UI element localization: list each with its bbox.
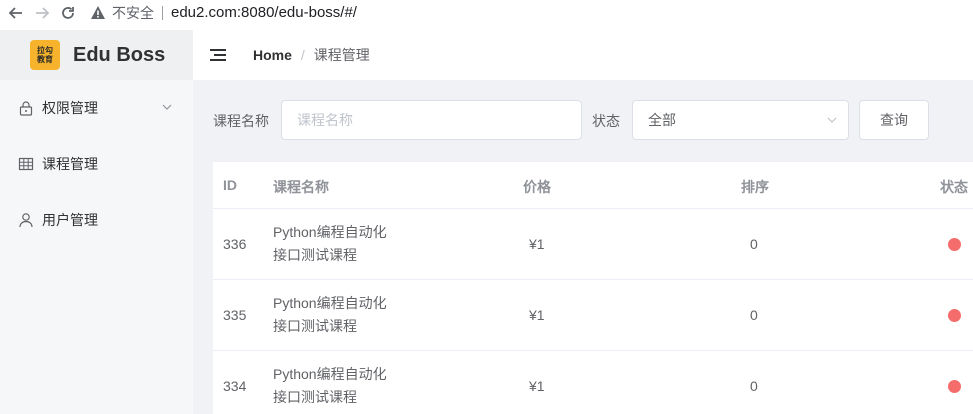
warning-icon xyxy=(91,5,105,19)
course-name-label: 课程名称 xyxy=(213,113,269,129)
cell-price: ¥1 xyxy=(529,236,545,252)
course-table: ID 课程名称 价格 排序 状态 336 Python编程自动化 接口测试课程 … xyxy=(213,162,973,414)
hamburger-icon[interactable] xyxy=(210,48,226,62)
reload-icon xyxy=(62,6,74,19)
cell-sort: 0 xyxy=(750,236,758,252)
query-button[interactable]: 查询 xyxy=(859,100,929,140)
course-name-line1: Python编程自动化 xyxy=(273,295,387,311)
url-text[interactable]: edu2.com:8080/edu-boss/#/ xyxy=(171,4,357,21)
cell-id: 336 xyxy=(223,236,247,252)
main-content: 课程名称 课程名称 状态 全部 查询 ID 课程名称 价格 排序 状态 336 … xyxy=(193,80,973,414)
top-header: Home / 课程管理 xyxy=(193,30,973,80)
col-id: ID xyxy=(223,177,237,193)
course-name-line2: 接口测试课程 xyxy=(273,247,357,263)
forward-button[interactable] xyxy=(32,3,52,23)
table-row: 334 Python编程自动化 接口测试课程 ¥1 0 xyxy=(213,351,973,414)
address-bar[interactable]: 不安全 edu2.com:8080/edu-boss/#/ xyxy=(90,3,357,23)
status-select-value: 全部 xyxy=(648,112,676,128)
logo: 拉勾 教育 xyxy=(30,40,60,70)
logo-line2: 教育 xyxy=(37,55,53,64)
col-status: 状态 xyxy=(940,179,968,195)
course-name-placeholder: 课程名称 xyxy=(297,112,353,128)
table-row: 335 Python编程自动化 接口测试课程 ¥1 0 xyxy=(213,280,973,351)
sidebar-item-label: 权限管理 xyxy=(42,100,98,116)
status-select[interactable]: 全部 xyxy=(632,100,849,140)
logo-line1: 拉勾 xyxy=(37,46,53,55)
status-dot xyxy=(948,238,961,251)
sidebar-item-label: 用户管理 xyxy=(42,212,98,228)
reload-button[interactable] xyxy=(58,3,78,23)
back-button[interactable] xyxy=(6,3,26,23)
grid-icon xyxy=(18,157,34,171)
cell-price: ¥1 xyxy=(529,307,545,323)
query-button-label: 查询 xyxy=(880,112,908,128)
cell-price: ¥1 xyxy=(529,378,545,394)
arrow-right-icon xyxy=(36,6,50,19)
cell-id: 335 xyxy=(223,307,247,323)
col-course-name: 课程名称 xyxy=(273,179,329,195)
user-icon xyxy=(19,213,33,228)
table-header: ID 课程名称 价格 排序 状态 xyxy=(213,162,973,209)
course-name-line1: Python编程自动化 xyxy=(273,224,387,240)
chevron-down-icon xyxy=(827,117,837,123)
breadcrumb-home[interactable]: Home xyxy=(253,47,292,63)
breadcrumb-separator: / xyxy=(300,47,305,63)
insecure-label: 不安全 xyxy=(112,4,154,21)
cell-id: 334 xyxy=(223,378,247,394)
course-name-line2: 接口测试课程 xyxy=(273,389,357,405)
sidebar-item-courses[interactable]: 课程管理 xyxy=(0,136,193,192)
address-divider xyxy=(162,5,163,20)
cell-course-name: Python编程自动化 接口测试课程 xyxy=(273,221,387,267)
course-name-line2: 接口测试课程 xyxy=(273,318,357,334)
cell-sort: 0 xyxy=(750,307,758,323)
course-name-input[interactable]: 课程名称 xyxy=(281,100,582,140)
breadcrumb-current: 课程管理 xyxy=(313,47,370,63)
breadcrumb: Home / 课程管理 xyxy=(253,45,370,65)
brand: 拉勾 教育 Edu Boss xyxy=(0,30,193,80)
status-label: 状态 xyxy=(592,113,620,129)
course-name-line1: Python编程自动化 xyxy=(273,366,387,382)
filter-form: 课程名称 课程名称 状态 全部 查询 xyxy=(193,100,973,140)
sidebar-item-users[interactable]: 用户管理 xyxy=(0,192,193,248)
status-dot xyxy=(948,380,961,393)
col-sort: 排序 xyxy=(741,179,769,195)
table-row: 336 Python编程自动化 接口测试课程 ¥1 0 xyxy=(213,209,973,280)
brand-name: Edu Boss xyxy=(73,43,166,66)
cell-course-name: Python编程自动化 接口测试课程 xyxy=(273,292,387,338)
sidebar: 拉勾 教育 Edu Boss 权限管理 课程管理 用户管理 xyxy=(0,30,193,414)
cell-sort: 0 xyxy=(750,378,758,394)
lock-icon xyxy=(19,101,33,116)
browser-bar: 不安全 edu2.com:8080/edu-boss/#/ xyxy=(0,0,973,25)
status-dot xyxy=(948,309,961,322)
sidebar-item-permissions[interactable]: 权限管理 xyxy=(0,80,193,136)
cell-course-name: Python编程自动化 接口测试课程 xyxy=(273,363,387,409)
col-price: 价格 xyxy=(523,179,551,195)
chevron-down-icon xyxy=(162,104,172,110)
sidebar-item-label: 课程管理 xyxy=(42,156,98,172)
arrow-left-icon xyxy=(8,6,22,19)
